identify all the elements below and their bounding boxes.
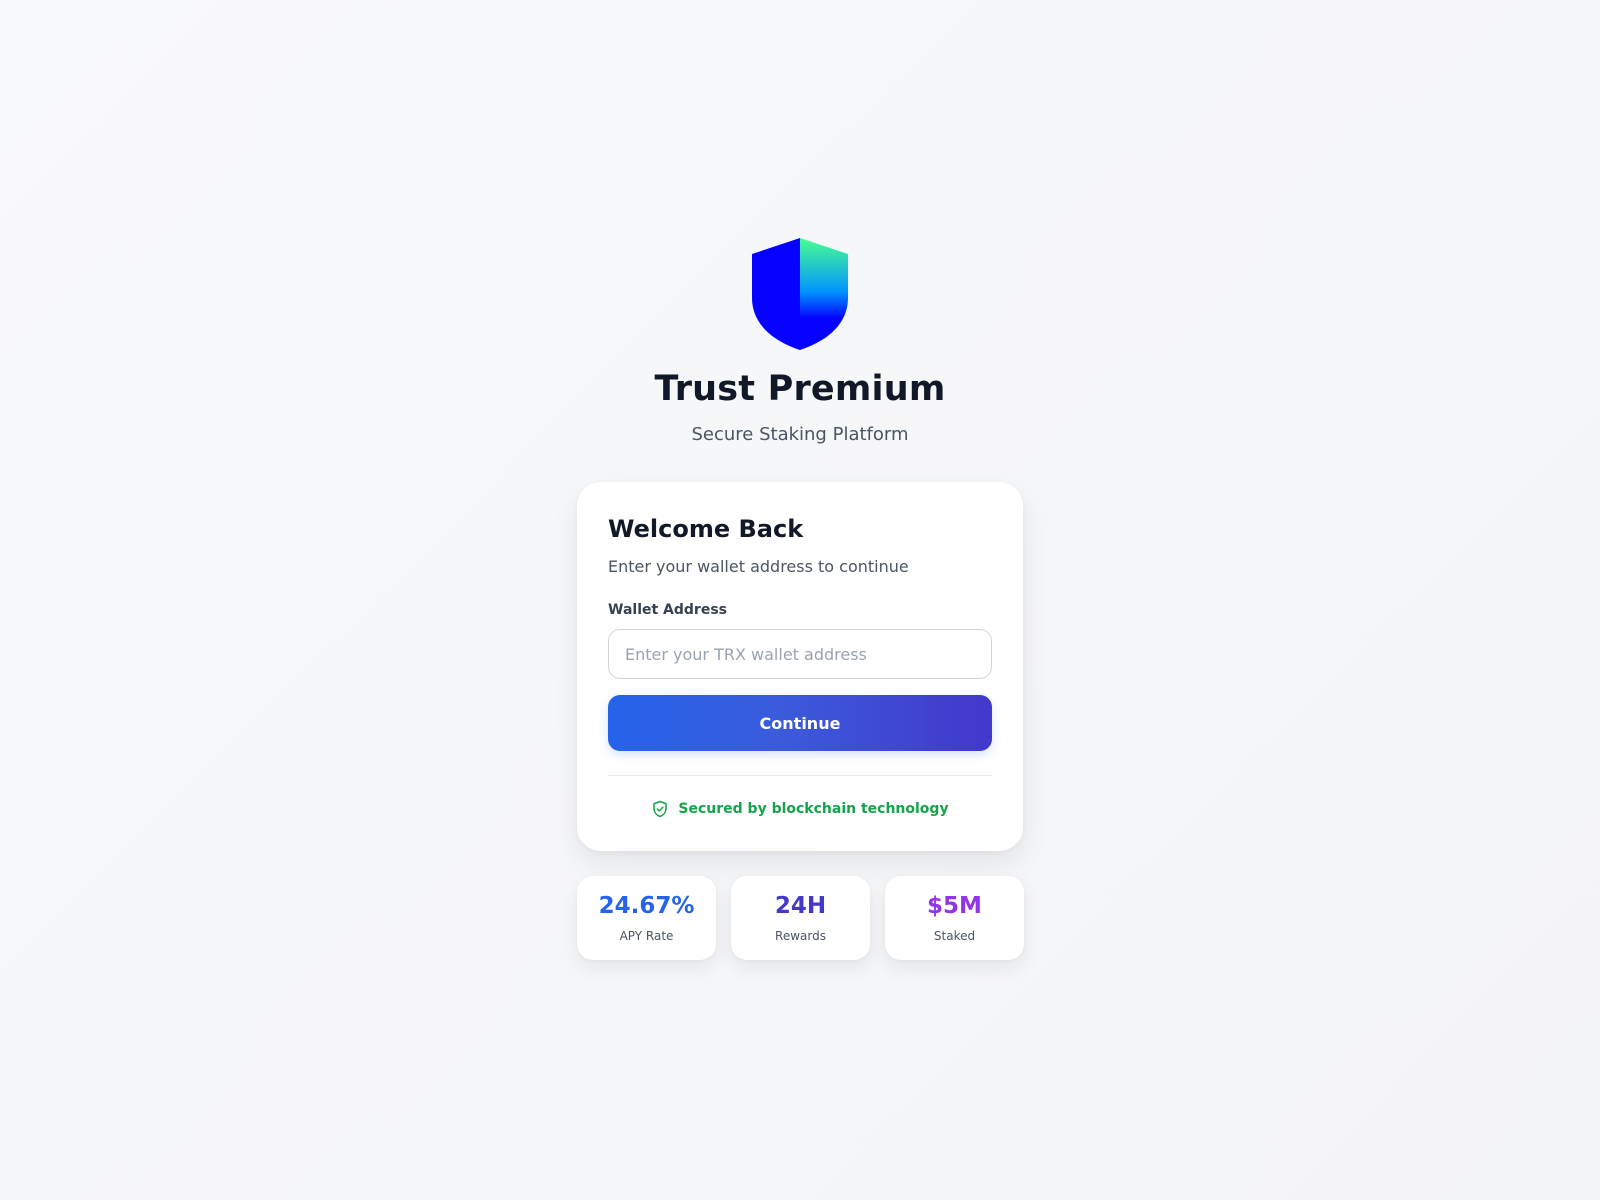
login-card: Welcome Back Enter your wallet address t… <box>577 482 1023 851</box>
wallet-address-input[interactable] <box>608 629 992 679</box>
shield-logo-icon <box>752 238 848 350</box>
stat-value: 24H <box>774 893 827 919</box>
brand-title: Trust Premium <box>654 369 946 409</box>
security-text: Secured by blockchain technology <box>678 801 949 817</box>
shield-check-icon <box>653 800 668 818</box>
wallet-address-label: Wallet Address <box>608 602 727 618</box>
stat-card-apy-rate: 24.67% APY Rate <box>577 876 716 960</box>
divider <box>608 775 992 776</box>
login-page: Trust Premium Secure Staking Platform We… <box>0 0 1600 1200</box>
stat-value: $5M <box>927 893 982 919</box>
stat-label: Rewards <box>775 929 826 943</box>
stat-label: APY Rate <box>619 929 674 943</box>
stat-value: 24.67% <box>598 893 695 919</box>
brand-subtitle: Secure Staking Platform <box>691 424 909 445</box>
stat-card-staked: $5M Staked <box>885 876 1024 960</box>
card-title: Welcome Back <box>608 515 804 543</box>
stat-card-rewards: 24H Rewards <box>731 876 870 960</box>
card-description: Enter your wallet address to continue <box>608 557 909 576</box>
stat-label: Staked <box>933 929 976 943</box>
security-note: Secured by blockchain technology <box>577 800 1023 818</box>
continue-button[interactable]: Continue <box>608 695 992 751</box>
